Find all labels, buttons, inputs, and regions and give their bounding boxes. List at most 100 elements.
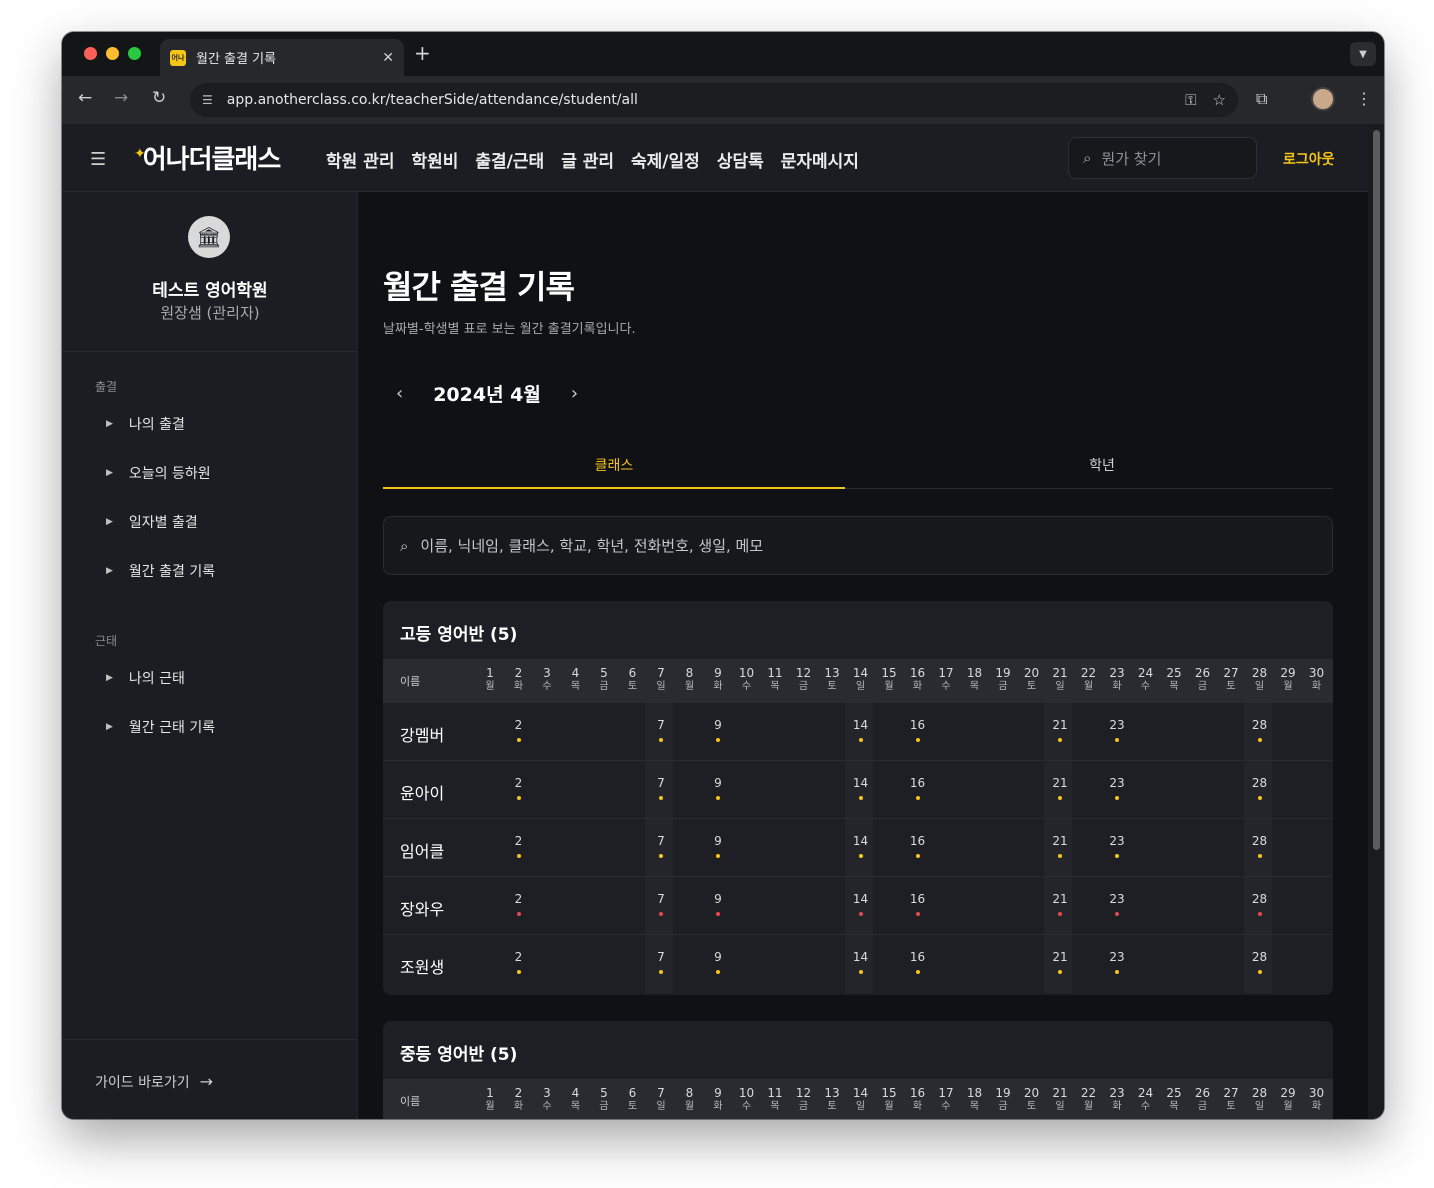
tab-close-icon[interactable]: ✕ [382, 50, 394, 66]
menu-item-sms[interactable]: 문자메시지 [781, 147, 859, 172]
back-arrow-icon[interactable]: ← [78, 88, 92, 108]
sidebar-item-monthly-worktime[interactable]: ▶ 월간 근태 기록 [106, 717, 215, 737]
attendance-cell[interactable]: 23 [1103, 776, 1131, 800]
logout-button[interactable]: 로그아웃 [1283, 149, 1335, 169]
attendance-cell[interactable]: 16 [904, 834, 932, 858]
next-month-chevron-icon[interactable]: › [571, 383, 578, 404]
attendance-cell[interactable]: 23 [1103, 834, 1131, 858]
attendance-cell[interactable]: 2 [505, 892, 533, 916]
attendance-cell[interactable]: 9 [704, 950, 732, 974]
attendance-cell[interactable]: 2 [505, 834, 533, 858]
status-dot-icon [1257, 854, 1262, 858]
profile-avatar[interactable] [1311, 87, 1335, 111]
attendance-cell[interactable]: 7 [647, 950, 675, 974]
student-name[interactable]: 임어클 [400, 838, 444, 862]
attendance-cell[interactable]: 23 [1103, 950, 1131, 974]
sidebar-item-daily-attendance[interactable]: ▶ 일자별 출결 [106, 512, 198, 532]
table-row[interactable]: 윤아이 2 7 9 14 16 21 23 28 [383, 761, 1333, 819]
attendance-cell[interactable]: 2 [505, 718, 533, 742]
attendance-cell[interactable]: 28 [1246, 950, 1274, 974]
attendance-cell[interactable]: 28 [1246, 834, 1274, 858]
attendance-cell[interactable]: 7 [647, 776, 675, 800]
site-settings-icon[interactable]: ☰ [202, 93, 213, 107]
attendance-cell[interactable]: 7 [647, 892, 675, 916]
tab-class[interactable]: 클래스 [383, 444, 845, 489]
attendance-cell[interactable]: 9 [704, 892, 732, 916]
scrollbar-thumb[interactable] [1373, 130, 1380, 850]
minimize-window-button[interactable] [106, 47, 119, 60]
menu-item-consult[interactable]: 상담톡 [717, 147, 764, 172]
tab-search-chevron-icon[interactable]: ▼ [1350, 42, 1376, 66]
attendance-cell[interactable]: 16 [904, 718, 932, 742]
forward-arrow-icon[interactable]: → [114, 88, 128, 108]
attendance-cell[interactable]: 16 [904, 950, 932, 974]
guide-link[interactable]: 가이드 바로가기 → [95, 1072, 213, 1092]
attendance-cell[interactable]: 28 [1246, 892, 1274, 916]
student-name[interactable]: 장와우 [400, 896, 444, 920]
menu-item-academy[interactable]: 학원 관리 [326, 147, 394, 172]
attendance-cell[interactable]: 14 [847, 950, 875, 974]
attendance-cell[interactable]: 16 [904, 776, 932, 800]
attendance-cell[interactable]: 21 [1046, 950, 1074, 974]
attendance-cell[interactable]: 14 [847, 892, 875, 916]
attendance-cell[interactable]: 2 [505, 950, 533, 974]
student-name[interactable]: 윤아이 [400, 780, 444, 804]
menu-item-attendance[interactable]: 출결/근태 [475, 147, 544, 172]
attendance-cell[interactable]: 23 [1103, 718, 1131, 742]
hamburger-menu-icon[interactable]: ☰ [90, 149, 106, 170]
sidebar-item-label: 나의 근태 [128, 671, 185, 687]
day-column-header: 16 화 [906, 667, 930, 693]
url-text[interactable]: app.anotherclass.co.kr/teacherSide/atten… [227, 92, 1169, 108]
attendance-cell[interactable]: 21 [1046, 892, 1074, 916]
sidebar-item-monthly-attendance[interactable]: ▶ 월간 출결 기록 [106, 561, 215, 581]
attendance-cell[interactable]: 14 [847, 834, 875, 858]
attendance-cell[interactable]: 7 [647, 834, 675, 858]
table-row[interactable]: 장와우 2 7 9 14 16 21 23 28 [383, 877, 1333, 935]
table-row[interactable]: 임어클 2 7 9 14 16 21 23 28 [383, 819, 1333, 877]
student-name[interactable]: 강멤버 [400, 722, 444, 746]
attendance-cell[interactable]: 21 [1046, 834, 1074, 858]
attendance-cell[interactable]: 14 [847, 776, 875, 800]
extensions-icon[interactable]: ⧉ [1256, 89, 1267, 109]
student-name[interactable]: 조원생 [400, 954, 444, 978]
reload-icon[interactable]: ↻ [152, 88, 166, 108]
attendance-cell[interactable]: 9 [704, 718, 732, 742]
menu-item-posts[interactable]: 글 관리 [561, 147, 614, 172]
day-number: 19 [995, 1086, 1011, 1100]
tab-grade[interactable]: 학년 [871, 444, 1333, 489]
password-key-icon[interactable]: ⚿ [1185, 91, 1196, 109]
status-dot-icon [1058, 970, 1062, 974]
student-filter-input[interactable]: ⌕ 이름, 닉네임, 클래스, 학교, 학년, 전화번호, 생일, 메모 [383, 516, 1333, 575]
weekday-label: 금 [998, 681, 1008, 692]
attendance-cell[interactable]: 9 [704, 834, 732, 858]
attendance-cell[interactable]: 2 [505, 776, 533, 800]
attendance-cell[interactable]: 9 [704, 776, 732, 800]
attendance-cell[interactable]: 14 [847, 718, 875, 742]
sidebar-item-my-worktime[interactable]: ▶ 나의 근태 [106, 668, 185, 688]
status-dot-icon [858, 970, 863, 974]
address-bar[interactable]: ☰ app.anotherclass.co.kr/teacherSide/att… [190, 83, 1238, 117]
global-search-input[interactable]: ⌕ 뭔가 찾기 [1068, 137, 1257, 179]
attendance-cell[interactable]: 21 [1046, 776, 1074, 800]
attendance-cell[interactable]: 28 [1246, 776, 1274, 800]
menu-item-tuition[interactable]: 학원비 [411, 147, 458, 172]
bookmark-star-icon[interactable]: ☆ [1213, 91, 1226, 109]
attendance-cell[interactable]: 16 [904, 892, 932, 916]
browser-tab[interactable]: 어나 월간 출결 기록 ✕ [160, 39, 404, 76]
table-row[interactable]: 강멤버 2 7 9 14 16 21 23 28 [383, 703, 1333, 761]
sidebar-item-my-attendance[interactable]: ▶ 나의 출결 [106, 414, 185, 434]
logo[interactable]: ✦어나더클래스 [134, 139, 281, 176]
more-menu-icon[interactable]: ⋮ [1356, 89, 1372, 108]
attendance-cell[interactable]: 21 [1046, 718, 1074, 742]
attendance-cell[interactable]: 28 [1246, 718, 1274, 742]
page-scrollbar[interactable] [1368, 124, 1384, 1119]
new-tab-button[interactable]: + [414, 41, 431, 65]
menu-item-homework[interactable]: 숙제/일정 [631, 147, 700, 172]
attendance-cell[interactable]: 7 [647, 718, 675, 742]
sidebar-item-today-checkin[interactable]: ▶ 오늘의 등하원 [106, 463, 211, 483]
maximize-window-button[interactable] [128, 47, 141, 60]
attendance-cell[interactable]: 23 [1103, 892, 1131, 916]
prev-month-chevron-icon[interactable]: ‹ [396, 383, 403, 404]
table-row[interactable]: 조원생 2 7 9 14 16 21 23 28 [383, 935, 1333, 993]
close-window-button[interactable] [84, 47, 97, 60]
